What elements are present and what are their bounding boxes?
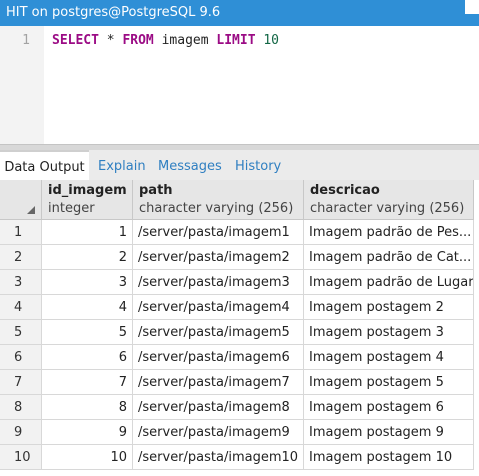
- column-header-id-imagem[interactable]: id_imagem integer: [42, 180, 133, 220]
- id-imagem-cell[interactable]: 3: [42, 270, 133, 295]
- id-imagem-cell[interactable]: 4: [42, 295, 133, 320]
- path-cell[interactable]: /server/pasta/imagem2: [133, 245, 304, 270]
- id-imagem-cell[interactable]: 6: [42, 345, 133, 370]
- descricao-cell[interactable]: Imagem postagem 10: [304, 445, 474, 470]
- table-row[interactable]: 9 9/server/pasta/imagem9 Imagem postagem 9: [0, 420, 479, 445]
- row-number-cell[interactable]: 2: [0, 245, 42, 270]
- data-grid: id_imagem integer path character varying…: [0, 180, 479, 476]
- table-row[interactable]: 3 3/server/pasta/imagem3 Imagem padrão de …: [0, 270, 479, 295]
- output-tabs: Data Output Explain Messages History: [0, 150, 479, 180]
- column-header-descricao[interactable]: descricao character varying (256): [304, 180, 474, 220]
- table-row[interactable]: 8 8/server/pasta/imagem8 Imagem postagem 6: [0, 395, 479, 420]
- descricao-cell[interactable]: Imagem postagem 9: [304, 420, 474, 445]
- table-row[interactable]: 10 10/server/pasta/imagem10 Imagem postage…: [0, 445, 479, 470]
- row-number-cell[interactable]: 7: [0, 370, 42, 395]
- descricao-cell[interactable]: Imagem postagem 4: [304, 345, 474, 370]
- table-row[interactable]: 5 5/server/pasta/imagem5 Imagem postagem 3: [0, 320, 479, 345]
- query-table: imagem: [153, 33, 217, 48]
- row-number-cell[interactable]: 5: [0, 320, 42, 345]
- path-cell[interactable]: /server/pasta/imagem9: [133, 420, 304, 445]
- path-cell[interactable]: /server/pasta/imagem5: [133, 320, 304, 345]
- id-imagem-cell[interactable]: 7: [42, 370, 133, 395]
- path-cell[interactable]: /server/pasta/imagem1: [133, 220, 304, 245]
- id-imagem-cell[interactable]: 8: [42, 395, 133, 420]
- table-row[interactable]: 4 4/server/pasta/imagem4 Imagem postagem 2: [0, 295, 479, 320]
- row-number-cell[interactable]: 10: [0, 445, 42, 470]
- path-cell[interactable]: /server/pasta/imagem7: [133, 370, 304, 395]
- descricao-cell[interactable]: Imagem postagem 2: [304, 295, 474, 320]
- keyword-limit: LIMIT: [216, 33, 256, 48]
- row-number-cell[interactable]: 1: [0, 220, 42, 245]
- grid-corner[interactable]: [0, 180, 42, 220]
- id-imagem-cell[interactable]: 2: [42, 245, 133, 270]
- id-imagem-cell[interactable]: 10: [42, 445, 133, 470]
- id-imagem-cell[interactable]: 1: [42, 220, 133, 245]
- sort-triangle-icon: [27, 206, 35, 214]
- query-editor[interactable]: 1 SELECT * FROM imagem LIMIT 10: [0, 26, 479, 144]
- row-number-cell[interactable]: 9: [0, 420, 42, 445]
- table-row[interactable]: 1 1/server/pasta/imagem1 Imagem padrão de …: [0, 220, 479, 245]
- column-header-path[interactable]: path character varying (256): [133, 180, 304, 220]
- keyword-from: FROM: [122, 33, 154, 48]
- tab-explain[interactable]: Explain: [98, 150, 146, 180]
- id-imagem-cell[interactable]: 9: [42, 420, 133, 445]
- query-star: *: [98, 33, 123, 48]
- row-number-cell[interactable]: 6: [0, 345, 42, 370]
- row-number-cell[interactable]: 8: [0, 395, 42, 420]
- window-titlebar: HIT on postgres@PostgreSQL 9.6: [0, 0, 479, 26]
- row-number-cell[interactable]: 4: [0, 295, 42, 320]
- window-title: HIT on postgres@PostgreSQL 9.6: [6, 5, 221, 20]
- path-cell[interactable]: /server/pasta/imagem10: [133, 445, 304, 470]
- descricao-cell[interactable]: Imagem padrão de Pes...: [304, 220, 474, 245]
- table-row[interactable]: 2 2/server/pasta/imagem2 Imagem padrão de …: [0, 245, 479, 270]
- path-cell[interactable]: /server/pasta/imagem8: [133, 395, 304, 420]
- path-cell[interactable]: /server/pasta/imagem3: [133, 270, 304, 295]
- descricao-cell[interactable]: Imagem postagem 6: [304, 395, 474, 420]
- table-row[interactable]: 6 6/server/pasta/imagem6 Imagem postagem 4: [0, 345, 479, 370]
- query-limit-value: 10: [255, 33, 280, 48]
- table-row[interactable]: 7 7/server/pasta/imagem7 Imagem postagem 5: [0, 370, 479, 395]
- id-imagem-cell[interactable]: 5: [42, 320, 133, 345]
- path-cell[interactable]: /server/pasta/imagem6: [133, 345, 304, 370]
- descricao-cell[interactable]: Imagem padrão de Lugar: [304, 270, 474, 295]
- descricao-cell[interactable]: Imagem postagem 3: [304, 320, 474, 345]
- tab-history[interactable]: History: [235, 150, 281, 180]
- line-number: 1: [22, 33, 30, 48]
- keyword-select: SELECT: [52, 33, 99, 48]
- line-gutter: 1: [0, 26, 44, 144]
- tab-data-output[interactable]: Data Output: [0, 150, 89, 180]
- row-number-cell[interactable]: 3: [0, 270, 42, 295]
- descricao-cell[interactable]: Imagem postagem 5: [304, 370, 474, 395]
- window-corner: [465, 0, 479, 14]
- path-cell[interactable]: /server/pasta/imagem4: [133, 295, 304, 320]
- tab-messages[interactable]: Messages: [158, 150, 222, 180]
- query-text[interactable]: SELECT * FROM imagem LIMIT 10: [52, 33, 279, 48]
- descricao-cell[interactable]: Imagem padrão de Cat...: [304, 245, 474, 270]
